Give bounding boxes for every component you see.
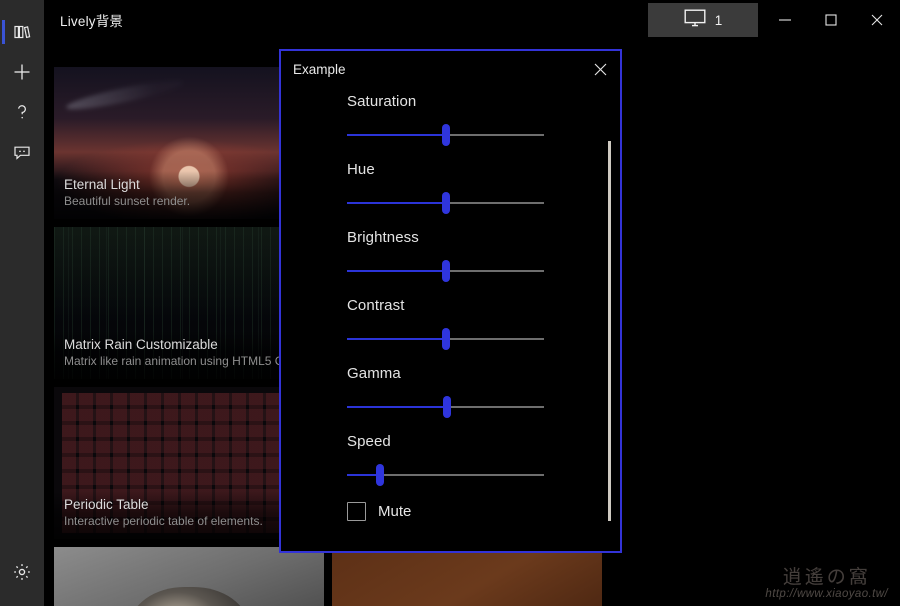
dialog-title: Example bbox=[293, 61, 346, 77]
slider-thumb[interactable] bbox=[441, 192, 450, 214]
slider-label: Hue bbox=[347, 161, 375, 178]
slider-fill bbox=[347, 474, 381, 476]
gamma-slider[interactable] bbox=[347, 396, 544, 418]
wallpaper-description: Beautiful sunset render. bbox=[64, 194, 191, 208]
monitor-number: 1 bbox=[714, 12, 723, 28]
slider-thumb[interactable] bbox=[441, 328, 450, 350]
slider-thumb[interactable] bbox=[376, 464, 385, 486]
dialog-scroll-area: Saturation Hue Brightness Contrast Gamma… bbox=[281, 87, 596, 551]
slider-group-hue: Hue bbox=[347, 161, 596, 214]
slider-fill bbox=[347, 270, 446, 272]
watermark-url: http://www.xiaoyao.tw/ bbox=[765, 588, 888, 600]
slider-thumb[interactable] bbox=[441, 260, 450, 282]
wallpaper-description: Interactive periodic table of elements. bbox=[64, 514, 263, 528]
slider-label: Brightness bbox=[347, 229, 419, 246]
mute-checkbox-label: Mute bbox=[378, 503, 412, 520]
slider-thumb[interactable] bbox=[443, 396, 452, 418]
library-icon bbox=[11, 21, 33, 43]
slider-label: Contrast bbox=[347, 297, 405, 314]
wallpaper-title: Periodic Table bbox=[64, 497, 149, 512]
app-window: Lively背景 1 Eternal Light Beautiful sunse… bbox=[0, 0, 900, 606]
maximize-button[interactable] bbox=[808, 0, 854, 40]
dialog-scrollbar[interactable] bbox=[608, 99, 611, 539]
sidebar-item-add[interactable] bbox=[0, 52, 44, 92]
slider-thumb[interactable] bbox=[441, 124, 450, 146]
slider-fill bbox=[347, 202, 446, 204]
speed-slider[interactable] bbox=[347, 464, 544, 486]
wallpaper-title: Matrix Rain Customizable bbox=[64, 337, 218, 352]
site-watermark: 逍遙の窩 http://www.xiaoyao.tw/ bbox=[765, 566, 888, 600]
hue-slider[interactable] bbox=[347, 192, 544, 214]
wallpaper-card[interactable] bbox=[54, 547, 324, 606]
wallpaper-thumbnail bbox=[332, 547, 602, 606]
monitor-icon bbox=[684, 9, 706, 32]
sidebar-item-library[interactable] bbox=[0, 12, 44, 52]
slider-group-brightness: Brightness bbox=[347, 229, 596, 282]
wallpaper-thumbnail bbox=[54, 547, 324, 606]
brightness-slider[interactable] bbox=[347, 260, 544, 282]
slider-label: Speed bbox=[347, 433, 391, 450]
wallpaper-title: Eternal Light bbox=[64, 177, 140, 192]
dialog-body: Saturation Hue Brightness Contrast Gamma… bbox=[281, 87, 620, 551]
sidebar-item-settings[interactable] bbox=[0, 552, 44, 592]
mute-checkbox-row[interactable]: Mute bbox=[347, 502, 596, 521]
title-bar: Lively背景 1 bbox=[44, 0, 900, 40]
slider-group-gamma: Gamma bbox=[347, 365, 596, 418]
watermark-cjk-text: 逍遙の窩 bbox=[782, 566, 871, 588]
question-mark-icon bbox=[11, 101, 33, 123]
sidebar bbox=[0, 0, 44, 606]
slider-label: Saturation bbox=[347, 93, 417, 110]
slider-fill bbox=[347, 338, 446, 340]
dialog-header: Example bbox=[281, 51, 620, 87]
slider-group-saturation: Saturation bbox=[347, 93, 596, 146]
wallpaper-description: Matrix like rain animation using HTML5 C… bbox=[64, 354, 291, 368]
minimize-button[interactable] bbox=[762, 0, 808, 40]
plus-icon bbox=[11, 61, 33, 83]
wallpaper-card[interactable] bbox=[332, 547, 602, 606]
sidebar-item-feedback[interactable] bbox=[0, 132, 44, 172]
slider-group-speed: Speed bbox=[347, 433, 596, 486]
close-button[interactable] bbox=[854, 0, 900, 40]
sidebar-item-help[interactable] bbox=[0, 92, 44, 132]
mute-checkbox[interactable] bbox=[347, 502, 366, 521]
monitor-selector-button[interactable]: 1 bbox=[648, 3, 758, 37]
scrollbar-thumb[interactable] bbox=[608, 141, 611, 521]
saturation-slider[interactable] bbox=[347, 124, 544, 146]
dialog-close-button[interactable] bbox=[584, 54, 616, 84]
customise-dialog[interactable]: Example Saturation Hue Brightness Contra… bbox=[279, 49, 622, 553]
chat-bubble-icon bbox=[11, 141, 33, 163]
contrast-slider[interactable] bbox=[347, 328, 544, 350]
app-title: Lively背景 bbox=[60, 14, 124, 29]
slider-fill bbox=[347, 134, 446, 136]
slider-label: Gamma bbox=[347, 365, 401, 382]
slider-fill bbox=[347, 406, 448, 408]
slider-group-contrast: Contrast bbox=[347, 297, 596, 350]
gear-icon bbox=[12, 562, 32, 582]
